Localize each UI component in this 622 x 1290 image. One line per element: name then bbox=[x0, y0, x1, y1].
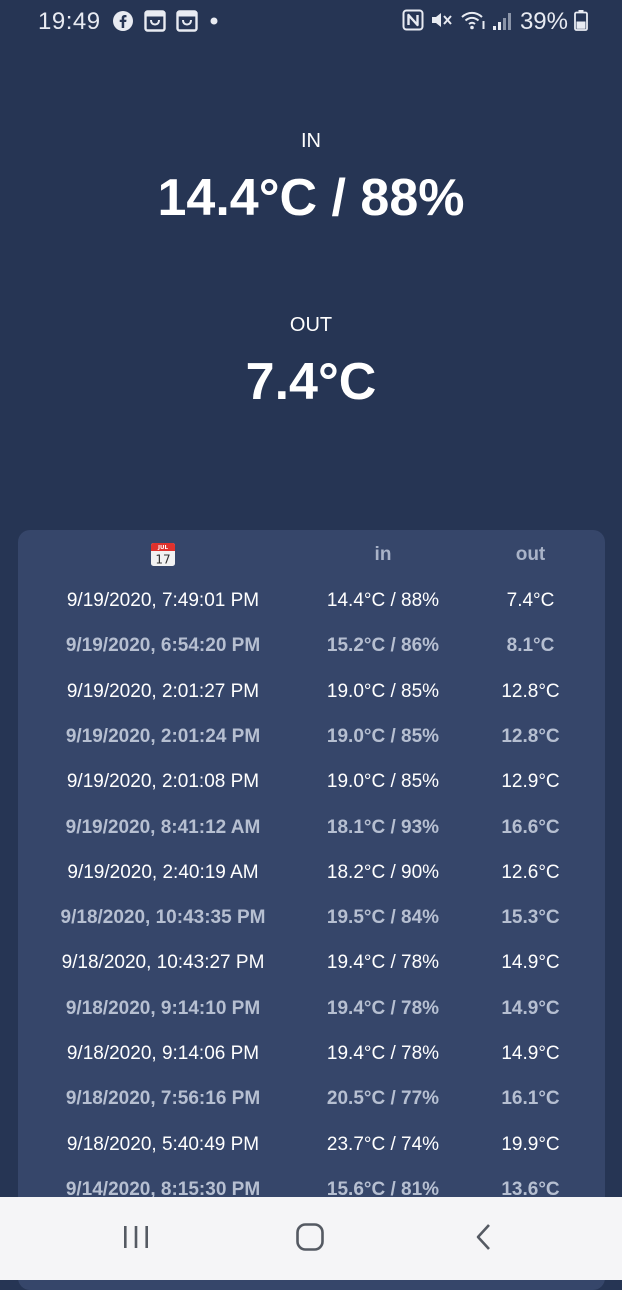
row-date: 9/18/2020, 10:43:35 PM bbox=[60, 907, 266, 929]
row-out-value: 8.1°C bbox=[506, 635, 555, 657]
row-date: 9/18/2020, 7:56:16 PM bbox=[65, 1088, 261, 1110]
row-out-value: 7.4°C bbox=[506, 590, 555, 611]
notification-dot-icon bbox=[208, 10, 220, 37]
facebook-icon bbox=[112, 10, 134, 37]
row-in-value: 23.7°C / 74% bbox=[326, 1133, 440, 1155]
system-icons: 39% bbox=[402, 8, 588, 36]
row-date: 9/18/2020, 5:40:49 PM bbox=[66, 1133, 260, 1155]
status-bar: 19:49 39% bbox=[0, 0, 622, 44]
row-in-value: 19.5°C / 84% bbox=[326, 907, 440, 929]
table-row: 9/19/2020, 7:49:01 PM 14.4°C / 88% 7.4°C bbox=[18, 578, 605, 623]
row-out-value: 12.6°C bbox=[501, 861, 560, 883]
row-in-value: 19.0°C / 85% bbox=[326, 680, 440, 702]
row-in-value: 19.4°C / 78% bbox=[326, 997, 440, 1019]
row-in-value: 18.1°C / 93% bbox=[326, 816, 440, 838]
in-label: IN bbox=[301, 130, 321, 152]
row-date: 9/19/2020, 2:40:19 AM bbox=[67, 861, 259, 883]
notification-icons bbox=[112, 10, 220, 37]
row-in-value: 19.4°C / 78% bbox=[326, 952, 440, 974]
recent-apps-icon bbox=[121, 1224, 151, 1255]
table-row: 9/19/2020, 8:41:12 AM 18.1°C / 93% 16.6°C bbox=[18, 805, 605, 850]
calendar-month: JUL bbox=[157, 545, 169, 551]
home-icon bbox=[295, 1222, 325, 1257]
row-in-value: 15.2°C / 86% bbox=[326, 635, 440, 657]
table-row: 9/18/2020, 10:43:27 PM 19.4°C / 78% 14.9°C bbox=[18, 940, 605, 985]
row-out-value: 14.9°C bbox=[501, 997, 560, 1019]
row-out-value: 12.9°C bbox=[501, 771, 560, 793]
column-header-in: in bbox=[374, 544, 392, 565]
row-in-value: 14.4°C / 88% bbox=[326, 590, 440, 611]
row-date: 9/19/2020, 7:49:01 PM bbox=[66, 590, 260, 611]
row-out-value: 14.9°C bbox=[501, 1043, 560, 1064]
row-in-value: 19.4°C / 78% bbox=[326, 1043, 440, 1064]
history-header: JUL 17 in out bbox=[18, 530, 605, 578]
column-header-out: out bbox=[515, 544, 546, 565]
shopping-bag-icon bbox=[176, 10, 198, 37]
row-out-value: 12.8°C bbox=[501, 725, 560, 747]
table-row: 9/19/2020, 2:01:08 PM 19.0°C / 85% 12.9°C bbox=[18, 759, 605, 804]
table-row: 9/18/2020, 5:40:49 PM 23.7°C / 74% 19.9°C bbox=[18, 1122, 605, 1167]
row-date: 9/19/2020, 6:54:20 PM bbox=[65, 635, 261, 657]
recent-apps-button[interactable] bbox=[114, 1217, 158, 1261]
mute-icon bbox=[430, 9, 454, 36]
table-row: 9/18/2020, 10:43:35 PM 19.5°C / 84% 15.3°C bbox=[18, 895, 605, 940]
shopping-bag-icon bbox=[144, 10, 166, 37]
table-row: 9/18/2020, 9:14:06 PM 19.4°C / 78% 14.9°C bbox=[18, 1031, 605, 1076]
signal-icon bbox=[492, 9, 514, 36]
in-current-value: 14.4°C / 88% bbox=[157, 169, 465, 227]
out-current-value: 7.4°C bbox=[245, 353, 377, 411]
row-out-value: 19.9°C bbox=[501, 1133, 560, 1155]
wifi-icon bbox=[460, 9, 486, 36]
row-in-value: 20.5°C / 77% bbox=[326, 1088, 440, 1110]
row-date: 9/19/2020, 2:01:08 PM bbox=[66, 771, 260, 793]
battery-percent: 39% bbox=[519, 8, 568, 35]
row-out-value: 15.3°C bbox=[501, 907, 560, 929]
table-row: 9/19/2020, 2:01:24 PM 19.0°C / 85% 12.8°C bbox=[18, 714, 605, 759]
row-date: 9/19/2020, 8:41:12 AM bbox=[65, 816, 261, 838]
row-in-value: 18.2°C / 90% bbox=[326, 861, 440, 883]
calendar-day: 17 bbox=[155, 553, 170, 567]
table-row: 9/18/2020, 7:56:16 PM 20.5°C / 77% 16.1°C bbox=[18, 1076, 605, 1121]
row-date: 9/18/2020, 10:43:27 PM bbox=[61, 952, 265, 974]
out-label: OUT bbox=[289, 314, 333, 336]
navigation-bar bbox=[0, 1197, 622, 1280]
row-out-value: 12.8°C bbox=[501, 680, 560, 702]
home-button[interactable] bbox=[288, 1217, 332, 1261]
row-out-value: 14.9°C bbox=[501, 952, 560, 974]
table-row: 9/19/2020, 2:01:27 PM 19.0°C / 85% 12.8°C bbox=[18, 669, 605, 714]
table-row: 9/19/2020, 6:54:20 PM 15.2°C / 86% 8.1°C bbox=[18, 623, 605, 668]
row-date: 9/19/2020, 2:01:27 PM bbox=[66, 680, 260, 702]
row-in-value: 19.0°C / 85% bbox=[326, 771, 440, 793]
table-row: 9/19/2020, 2:40:19 AM 18.2°C / 90% 12.6°C bbox=[18, 850, 605, 895]
battery-icon bbox=[574, 9, 588, 36]
status-time: 19:49 bbox=[38, 8, 101, 35]
row-out-value: 16.6°C bbox=[501, 816, 560, 838]
row-in-value: 19.0°C / 85% bbox=[326, 725, 440, 747]
back-button[interactable] bbox=[462, 1217, 506, 1261]
history-table[interactable]: JUL 17 in out 9/19/2020, 7:49:01 PM 14.4°… bbox=[18, 530, 605, 1290]
row-out-value: 16.1°C bbox=[501, 1088, 560, 1110]
back-icon bbox=[473, 1222, 495, 1257]
row-date: 9/18/2020, 9:14:06 PM bbox=[66, 1043, 260, 1064]
table-row: 9/18/2020, 9:14:10 PM 19.4°C / 78% 14.9°C bbox=[18, 986, 605, 1031]
row-date: 9/19/2020, 2:01:24 PM bbox=[65, 725, 261, 747]
nfc-icon bbox=[402, 9, 424, 36]
calendar-icon: JUL 17 bbox=[150, 541, 176, 567]
row-date: 9/18/2020, 9:14:10 PM bbox=[65, 997, 261, 1019]
